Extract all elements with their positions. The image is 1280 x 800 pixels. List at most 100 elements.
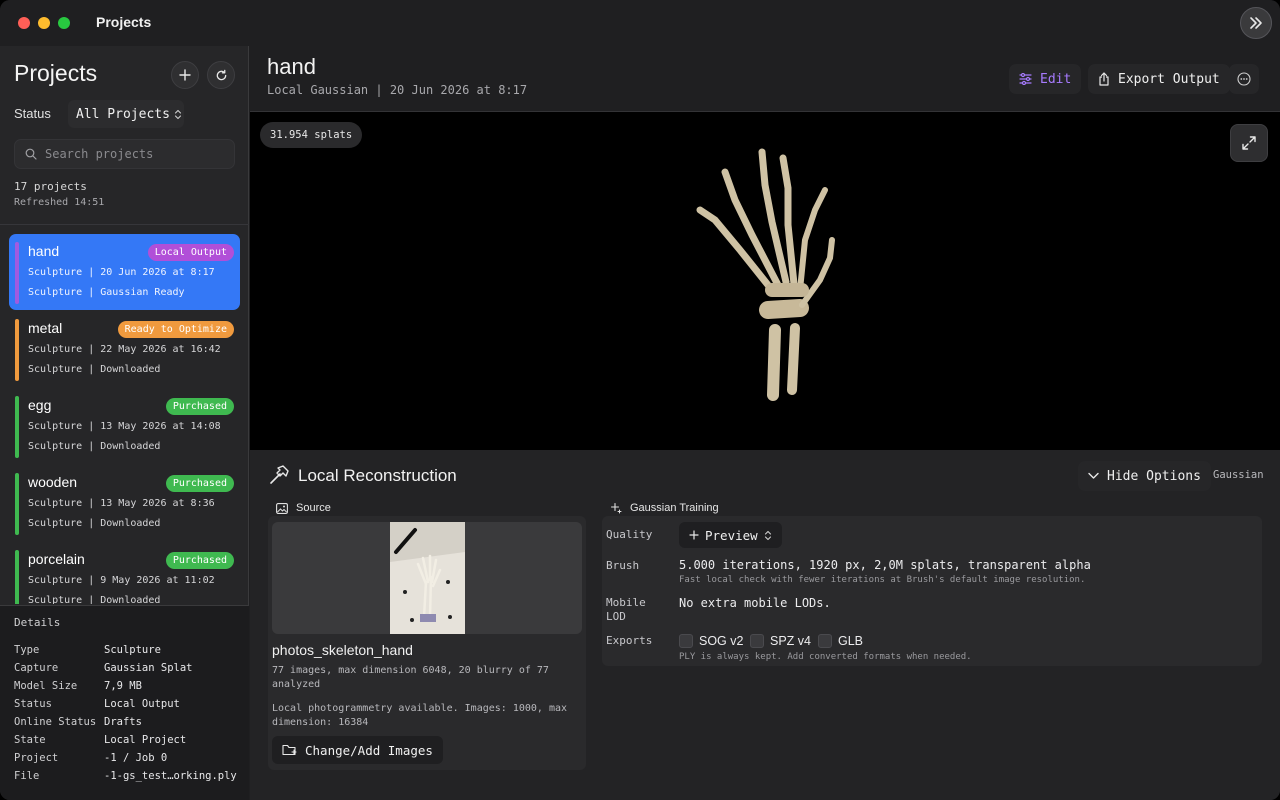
source-thumbnail[interactable] xyxy=(272,522,582,634)
chevron-up-down-icon xyxy=(174,109,181,119)
status-bar xyxy=(15,473,19,535)
zoom-window-button[interactable] xyxy=(58,17,70,29)
status-badge: Ready to Optimize xyxy=(117,321,234,338)
export-format-label: GLB xyxy=(838,634,864,648)
source-photo xyxy=(390,522,465,634)
expand-icon xyxy=(1242,136,1256,150)
minimize-window-button[interactable] xyxy=(38,17,50,29)
project-name: hand xyxy=(28,243,60,259)
detail-key: Capture xyxy=(14,662,59,674)
sparkles-icon xyxy=(610,502,622,514)
detail-key: State xyxy=(14,734,46,746)
brush-description: Fast local check with fewer iterations a… xyxy=(679,575,1086,585)
add-project-button[interactable] xyxy=(171,61,199,89)
project-date: Sculpture | 20 Jun 2026 at 8:17 xyxy=(28,267,215,278)
source-card: photos_skeleton_hand 77 images, max dime… xyxy=(268,516,586,770)
detail-value: Drafts xyxy=(104,716,142,728)
status-badge: Purchased xyxy=(165,398,234,415)
project-item-hand[interactable]: hand Local Output Sculpture | 20 Jun 202… xyxy=(9,234,240,310)
mobile-lod-label: Mobile LOD xyxy=(606,596,646,623)
sliders-icon xyxy=(1019,73,1032,85)
project-date: Sculpture | 13 May 2026 at 8:36 xyxy=(28,498,215,509)
detail-value: -1-gs_test…orking.ply xyxy=(104,770,237,782)
chevron-down-icon xyxy=(1088,472,1099,479)
detail-value: Gaussian Splat xyxy=(104,662,193,674)
checkbox[interactable] xyxy=(679,634,693,648)
status-bar xyxy=(15,550,19,604)
more-options-button[interactable] xyxy=(1229,64,1259,94)
export-checkbox-spz[interactable]: SPZ v4 xyxy=(750,634,811,648)
project-item-metal[interactable]: metal Ready to Optimize Sculpture | 22 M… xyxy=(9,311,240,387)
project-state: Sculpture | Downloaded xyxy=(28,364,161,375)
detail-value: 7,9 MB xyxy=(104,680,142,692)
project-title: hand xyxy=(267,54,316,79)
divider xyxy=(0,224,249,225)
status-label: Status xyxy=(14,106,51,121)
sparkle-icon xyxy=(689,530,699,540)
detail-key: Model Size xyxy=(14,680,78,692)
hide-options-button[interactable]: Hide Options xyxy=(1078,461,1211,491)
app-window: Projects Projects Status All Projects 17… xyxy=(0,0,1280,800)
detail-key: File xyxy=(14,770,40,782)
hide-options-label: Hide Options xyxy=(1107,468,1201,484)
project-item-egg[interactable]: egg Purchased Sculpture | 13 May 2026 at… xyxy=(9,388,240,464)
brush-value: 5.000 iterations, 1920 px, 2,0M splats, … xyxy=(679,558,1091,572)
source-title: Source xyxy=(296,502,331,514)
project-subtitle: Local Gaussian | 20 Jun 2026 at 8:17 xyxy=(267,83,528,97)
project-state: Sculpture | Downloaded xyxy=(28,441,161,452)
detail-value: Local Project xyxy=(104,734,187,746)
checkbox[interactable] xyxy=(818,634,832,648)
reconstruction-panel: Local Reconstruction Hide Options Gaussi… xyxy=(250,450,1280,800)
project-name: porcelain xyxy=(28,551,85,567)
detail-key: Status xyxy=(14,698,52,710)
project-state: Sculpture | Gaussian Ready xyxy=(28,287,185,298)
collapse-panel-button[interactable] xyxy=(1240,7,1272,39)
detail-key: Online Status xyxy=(14,716,97,728)
refresh-button[interactable] xyxy=(207,61,235,89)
chevron-up-down-icon xyxy=(764,530,771,540)
source-name: photos_skeleton_hand xyxy=(272,642,413,658)
details-title: Details xyxy=(14,616,61,629)
reconstruction-title: Local Reconstruction xyxy=(298,466,457,485)
brush-label: Brush xyxy=(606,559,640,572)
project-list: hand Local Output Sculpture | 20 Jun 202… xyxy=(0,226,249,604)
project-date: Sculpture | 13 May 2026 at 14:08 xyxy=(28,421,221,432)
close-window-button[interactable] xyxy=(18,17,30,29)
status-badge: Purchased xyxy=(165,475,234,492)
search-box[interactable] xyxy=(14,139,235,169)
project-date: Sculpture | 9 May 2026 at 11:02 xyxy=(28,575,215,586)
project-name: egg xyxy=(28,397,52,413)
project-date: Sculpture | 22 May 2026 at 16:42 xyxy=(28,344,221,355)
main-panel: hand Local Gaussian | 20 Jun 2026 at 8:1… xyxy=(250,46,1280,800)
refreshed-time: Refreshed 14:51 xyxy=(14,197,105,208)
change-images-button[interactable]: Change/Add Images xyxy=(272,736,443,764)
project-item-wooden[interactable]: wooden Purchased Sculpture | 13 May 2026… xyxy=(9,465,240,541)
project-item-porcelain[interactable]: porcelain Purchased Sculpture | 9 May 20… xyxy=(9,542,240,604)
mode-label: Gaussian xyxy=(1213,469,1264,481)
sidebar-heading: Projects xyxy=(14,60,98,86)
change-images-label: Change/Add Images xyxy=(305,742,433,758)
quality-label: Quality xyxy=(606,528,653,541)
plus-icon xyxy=(179,69,191,81)
quality-select[interactable]: Preview xyxy=(679,522,782,548)
splat-viewer[interactable]: 31.954 splats xyxy=(250,112,1280,450)
quality-value: Preview xyxy=(705,527,758,543)
export-checkbox-sog[interactable]: SOG v2 xyxy=(679,634,743,648)
project-state: Sculpture | Downloaded xyxy=(28,518,161,529)
edit-label: Edit xyxy=(1040,71,1072,87)
export-output-button[interactable]: Export Output xyxy=(1088,64,1230,94)
details-panel: Details Type Sculpture Capture Gaussian Sp… xyxy=(0,605,249,800)
photo-icon xyxy=(276,502,288,514)
title-bar: Projects xyxy=(0,0,1280,46)
export-label: Export Output xyxy=(1118,71,1220,87)
window-title: Projects xyxy=(96,14,152,30)
checkbox[interactable] xyxy=(750,634,764,648)
fullscreen-button[interactable] xyxy=(1230,124,1268,162)
status-filter-select[interactable]: All Projects xyxy=(68,100,184,128)
search-icon xyxy=(25,148,37,160)
edit-button[interactable]: Edit xyxy=(1009,64,1082,94)
export-format-label: SOG v2 xyxy=(699,634,744,648)
export-checkbox-glb[interactable]: GLB xyxy=(818,634,863,648)
search-input[interactable] xyxy=(45,147,225,161)
folder-plus-icon xyxy=(282,744,297,756)
